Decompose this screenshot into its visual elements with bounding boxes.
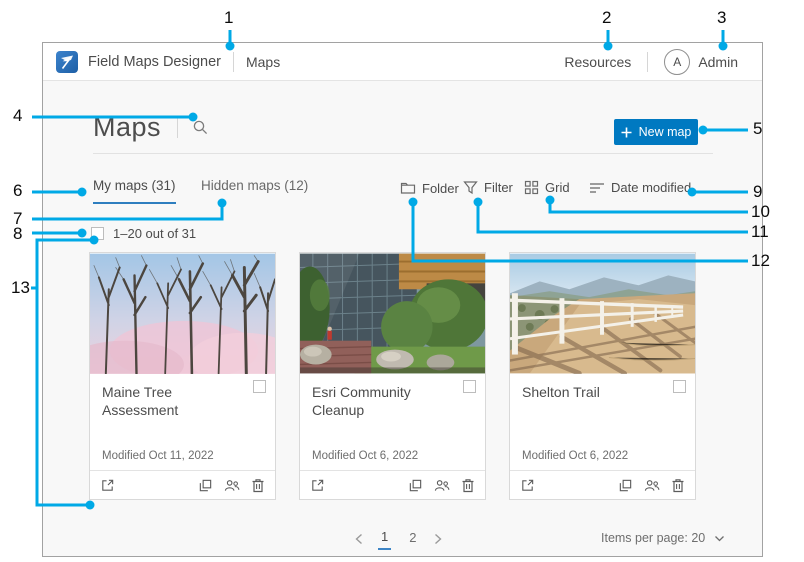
card-title[interactable]: Esri Community Cleanup (312, 384, 473, 419)
card-checkbox[interactable] (673, 380, 686, 393)
share-group-icon[interactable] (434, 478, 450, 493)
map-card: Maine Tree Assessment Modified Oct 11, 2… (89, 252, 276, 500)
chevron-right-icon[interactable] (434, 533, 442, 545)
title-rule (93, 153, 713, 154)
callout-13: 13 (11, 279, 30, 297)
callout-6: 6 (13, 182, 22, 200)
card-checkbox[interactable] (463, 380, 476, 393)
callout-3: 3 (717, 9, 726, 27)
page-button-2[interactable]: 2 (406, 528, 419, 549)
pagination: 1 2 (355, 527, 442, 550)
card-modified-date: Modified Oct 11, 2022 (102, 450, 214, 462)
grid-icon (524, 180, 539, 195)
callout-8: 8 (13, 225, 22, 243)
selection-count: 1–20 out of 31 (113, 226, 196, 241)
open-map-icon[interactable] (310, 478, 325, 493)
header-divider (647, 52, 648, 72)
select-all-checkbox[interactable] (91, 227, 104, 240)
card-modified-date: Modified Oct 6, 2022 (522, 450, 628, 462)
folder-control[interactable]: Folder (400, 180, 459, 196)
tab-hidden-maps[interactable]: Hidden maps (12) (201, 178, 308, 202)
grid-label: Grid (545, 180, 570, 195)
duplicate-icon[interactable] (618, 478, 633, 493)
card-title[interactable]: Shelton Trail (522, 384, 683, 402)
callout-11: 11 (751, 223, 769, 241)
username[interactable]: Admin (698, 54, 738, 70)
search-icon[interactable] (192, 119, 209, 136)
folder-icon (400, 180, 416, 196)
open-map-icon[interactable] (100, 478, 115, 493)
tab-my-maps[interactable]: My maps (31) (93, 178, 176, 204)
callout-10: 10 (751, 203, 770, 221)
filter-label: Filter (484, 180, 513, 195)
nav-item-maps[interactable]: Maps (246, 54, 280, 70)
callout-12: 12 (751, 252, 770, 270)
card-checkbox[interactable] (253, 380, 266, 393)
app-title: Field Maps Designer (88, 54, 221, 70)
duplicate-icon[interactable] (408, 478, 423, 493)
selection-row: 1–20 out of 31 (91, 226, 196, 241)
share-group-icon[interactable] (224, 478, 240, 493)
delete-icon[interactable] (671, 478, 685, 493)
items-per-page-dropdown[interactable]: Items per page: 20 (601, 531, 725, 545)
chevron-down-icon (714, 535, 725, 542)
map-card: Shelton Trail Modified Oct 6, 2022 (509, 252, 696, 500)
delete-icon[interactable] (251, 478, 265, 493)
map-thumbnail-shelton-trail[interactable] (510, 253, 695, 374)
header-divider (233, 52, 234, 72)
callout-1: 1 (224, 9, 233, 27)
annotated-screenshot: Field Maps Designer Maps Resources A Adm… (0, 0, 804, 562)
plus-icon (621, 127, 632, 138)
callout-9: 9 (753, 183, 762, 201)
sort-control[interactable]: Date modified (589, 180, 691, 195)
sort-label: Date modified (611, 180, 691, 195)
share-group-icon[interactable] (644, 478, 660, 493)
callout-5: 5 (753, 120, 762, 138)
card-title[interactable]: Maine Tree Assessment (102, 384, 263, 419)
page-title-row: Maps (93, 109, 209, 145)
items-per-page-label: Items per page: 20 (601, 531, 705, 545)
callout-4: 4 (13, 107, 22, 125)
sort-icon (589, 181, 605, 195)
card-footer (510, 470, 695, 499)
filter-control[interactable]: Filter (463, 180, 513, 195)
card-info: Shelton Trail Modified Oct 6, 2022 (510, 374, 695, 470)
folder-label: Folder (422, 181, 459, 196)
card-modified-date: Modified Oct 6, 2022 (312, 450, 418, 462)
tabs-row: My maps (31) Hidden maps (12) Folder Fil… (43, 178, 762, 208)
chevron-left-icon[interactable] (355, 533, 363, 545)
resources-link[interactable]: Resources (564, 54, 631, 70)
map-card-grid: Maine Tree Assessment Modified Oct 11, 2… (89, 252, 696, 500)
page-title: Maps (93, 112, 161, 143)
delete-icon[interactable] (461, 478, 475, 493)
duplicate-icon[interactable] (198, 478, 213, 493)
new-map-label: New map (639, 125, 692, 139)
card-footer (90, 470, 275, 499)
map-card: Esri Community Cleanup Modified Oct 6, 2… (299, 252, 486, 500)
callout-2: 2 (602, 9, 611, 27)
map-thumbnail-maine-trees[interactable] (90, 253, 275, 374)
new-map-button[interactable]: New map (614, 119, 698, 145)
map-thumbnail-esri-campus[interactable] (300, 253, 485, 374)
field-maps-logo-icon (56, 51, 78, 73)
app-header: Field Maps Designer Maps Resources A Adm… (43, 43, 762, 81)
card-footer (300, 470, 485, 499)
filter-icon (463, 180, 478, 195)
grid-view-control[interactable]: Grid (524, 180, 570, 195)
page-button-1[interactable]: 1 (378, 527, 391, 550)
card-info: Esri Community Cleanup Modified Oct 6, 2… (300, 374, 485, 470)
avatar[interactable]: A (664, 49, 690, 75)
field-maps-designer-window: Field Maps Designer Maps Resources A Adm… (42, 42, 763, 557)
title-divider (177, 116, 178, 138)
card-info: Maine Tree Assessment Modified Oct 11, 2… (90, 374, 275, 470)
open-map-icon[interactable] (520, 478, 535, 493)
